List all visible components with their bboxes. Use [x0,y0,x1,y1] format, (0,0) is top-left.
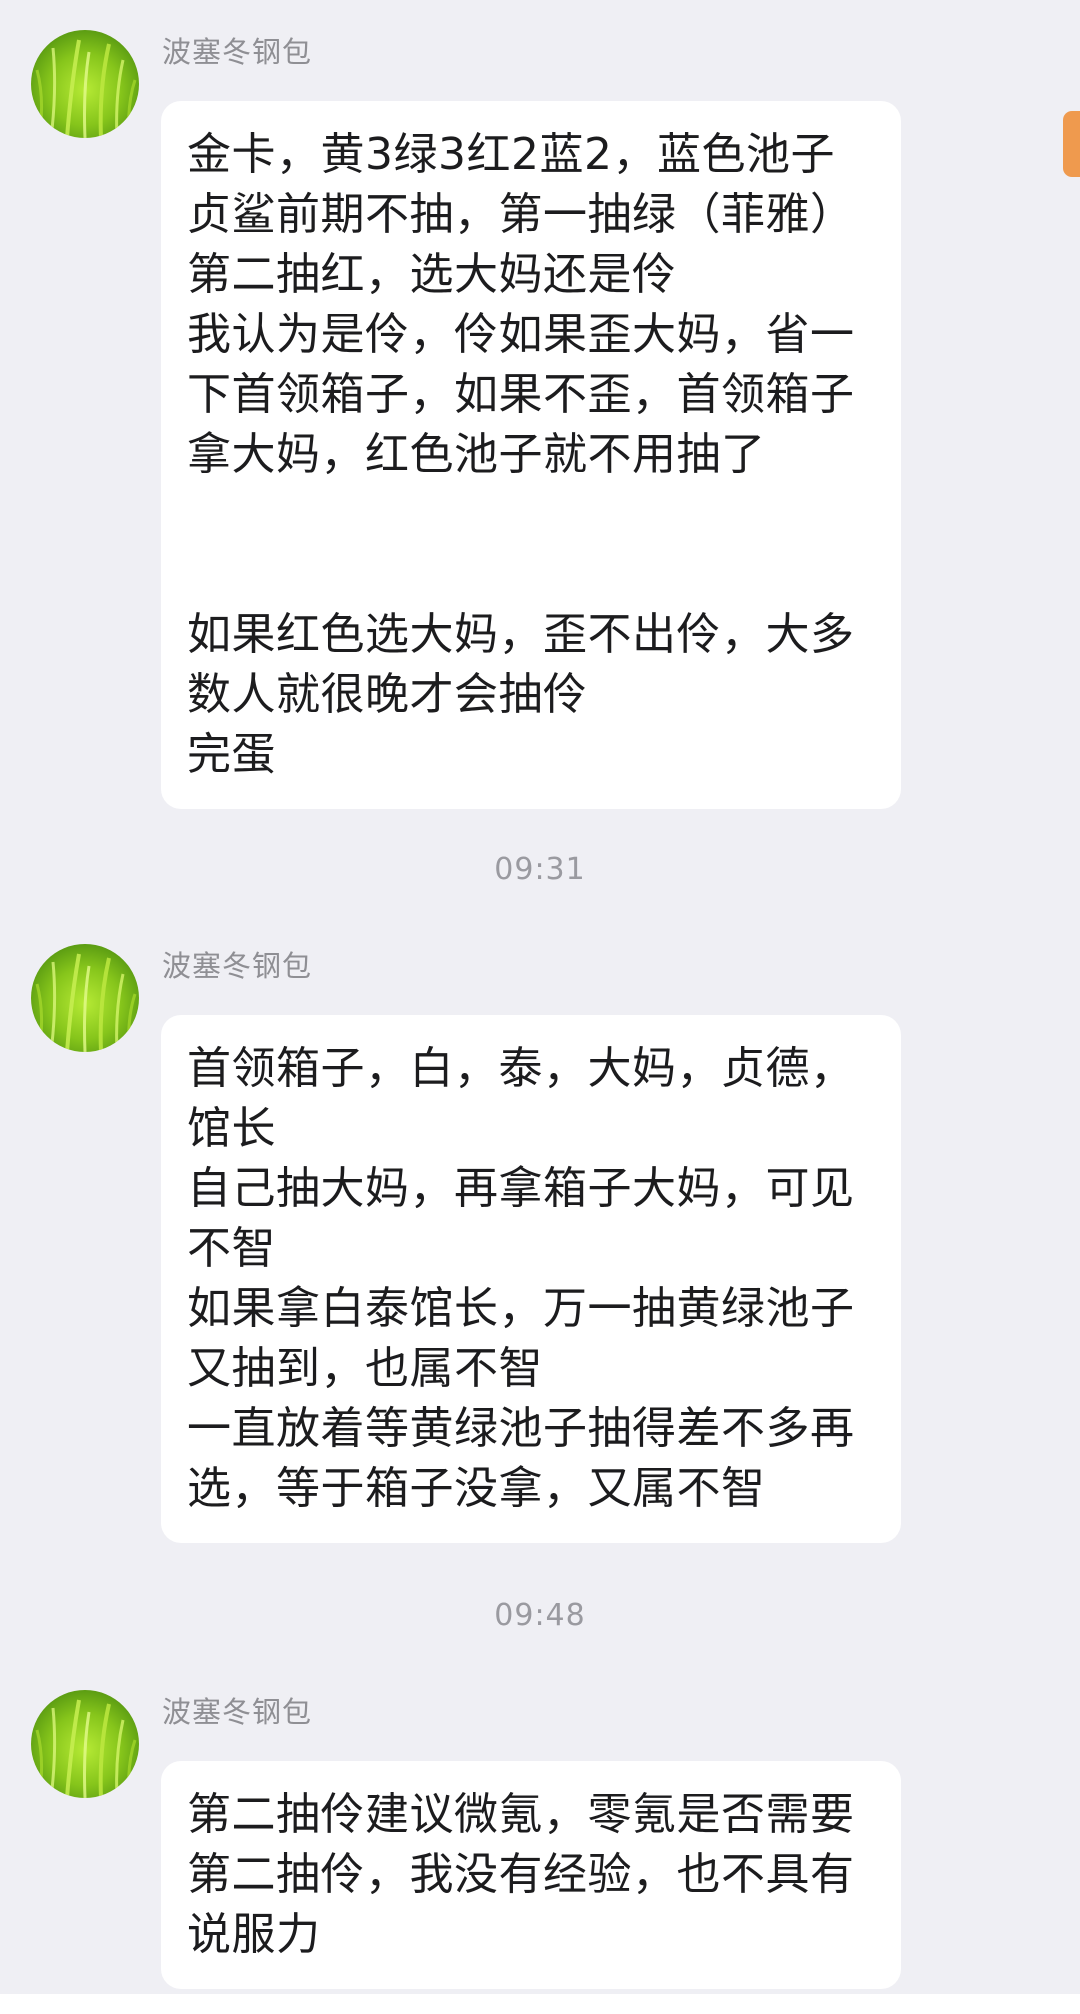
message-line: 又抽到，也属不智 [187,1343,543,1394]
grass-avatar-icon [35,1699,137,1798]
message-row: 波塞冬钢包 金卡，黄3绿3红2蓝2，蓝色池子 贞鲨前期不抽，第一抽绿（菲雅） 第… [0,30,1080,809]
scroll-indicator[interactable] [1063,111,1080,177]
message-line-blank [187,485,875,545]
message-line: 下首领箱子，如果不歪，首领箱子 [187,369,855,420]
avatar[interactable] [31,1690,139,1798]
message-line: 我认为是伶，伶如果歪大妈，省一 [187,309,855,360]
message-line: 拿大妈，红色池子就不用抽了 [187,429,766,480]
message-row: 波塞冬钢包 第二抽伶建议微氪，零氪是否需要 第二抽伶，我没有经验，也不具有 说服… [0,1690,1080,2010]
message-line: 第二抽伶，我没有经验，也不具有 [187,1849,855,1900]
message-bubble[interactable]: 第二抽伶建议微氪，零氪是否需要 第二抽伶，我没有经验，也不具有 说服力 [161,1761,901,1989]
message-line: 选，等于箱子没拿，又属不智 [187,1463,766,1514]
message-line: 首领箱子，白，泰，大妈，贞德， [187,1043,855,1094]
message-line: 第二抽红，选大妈还是伶 [187,249,677,300]
message-line: 第二抽伶建议微氪，零氪是否需要 [187,1789,855,1840]
message-line: 金卡，黄3绿3红2蓝2，蓝色池子 [187,129,835,180]
sender-name[interactable]: 波塞冬钢包 [162,946,312,986]
chat-history[interactable]: 波塞冬钢包 金卡，黄3绿3红2蓝2，蓝色池子 贞鲨前期不抽，第一抽绿（菲雅） 第… [0,0,1080,2014]
avatar[interactable] [31,30,139,138]
message-line-blank [187,545,875,605]
timestamp: 09:48 [494,1598,586,1633]
message-bubble[interactable]: 首领箱子，白，泰，大妈，贞德， 馆长 自己抽大妈，再拿箱子大妈，可见 不智 如果… [161,1015,901,1543]
message-line: 数人就很晚才会抽伶 [187,669,588,720]
message-line: 馆长 [187,1103,276,1154]
timestamp: 09:31 [494,852,586,887]
message-line: 贞鲨前期不抽，第一抽绿（菲雅） [187,189,855,240]
grass-avatar-icon [35,39,137,138]
bottom-bar [0,1994,1080,2014]
message-line: 不智 [187,1223,276,1274]
message-bubble[interactable]: 金卡，黄3绿3红2蓝2，蓝色池子 贞鲨前期不抽，第一抽绿（菲雅） 第二抽红，选大… [161,101,901,809]
message-line: 一直放着等黄绿池子抽得差不多再 [187,1403,855,1454]
avatar[interactable] [31,944,139,1052]
message-line: 如果红色选大妈，歪不出伶，大多 [187,609,855,660]
message-line: 如果拿白泰馆长，万一抽黄绿池子 [187,1283,855,1334]
grass-avatar-icon [35,953,137,1052]
sender-name[interactable]: 波塞冬钢包 [162,32,312,72]
message-line: 完蛋 [187,729,276,780]
message-line: 自己抽大妈，再拿箱子大妈，可见 [187,1163,855,1214]
message-line: 说服力 [187,1909,321,1960]
message-row: 波塞冬钢包 首领箱子，白，泰，大妈，贞德， 馆长 自己抽大妈，再拿箱子大妈，可见… [0,944,1080,1544]
sender-name[interactable]: 波塞冬钢包 [162,1692,312,1732]
